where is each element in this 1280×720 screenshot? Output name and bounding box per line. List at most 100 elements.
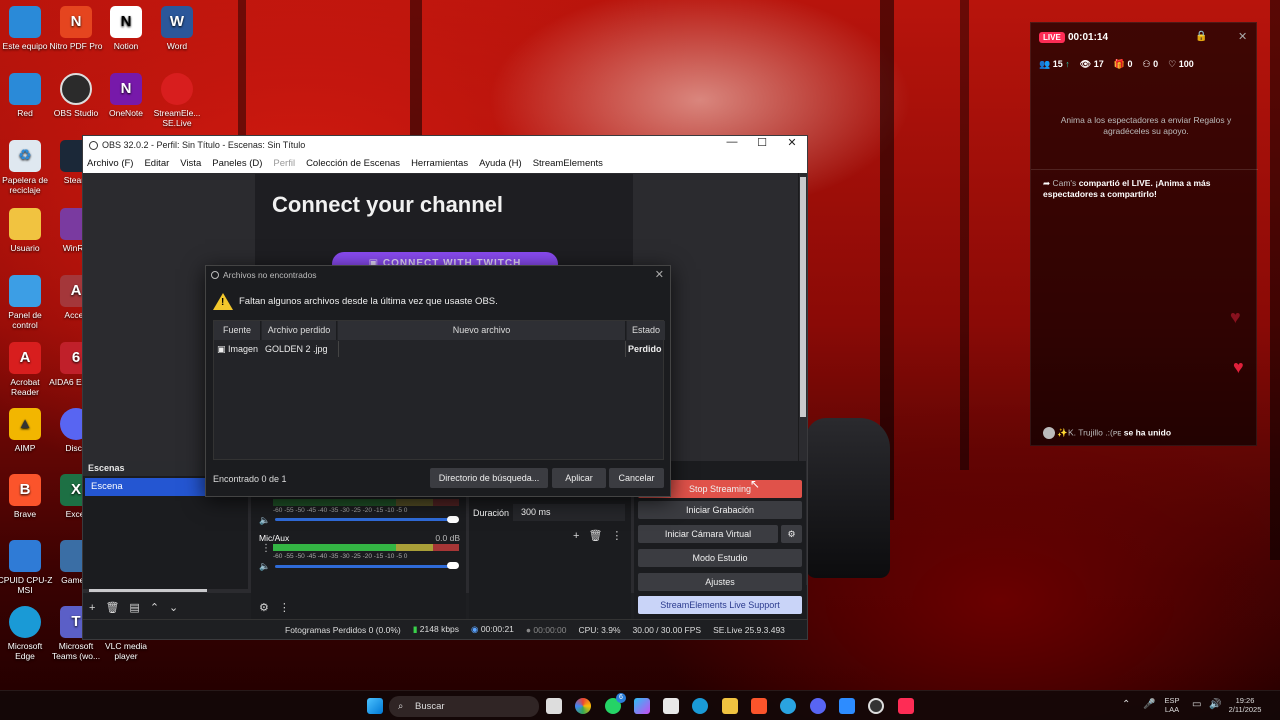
tiktok-live-icon[interactable]: [898, 698, 914, 714]
menu-streamelements[interactable]: StreamElements: [533, 158, 603, 169]
gift-icon: 🎁: [1113, 59, 1125, 69]
connect-heading: Connect your channel: [272, 192, 504, 217]
minimize-icon[interactable]: —: [717, 136, 747, 149]
settings-button[interactable]: Ajustes: [638, 573, 802, 591]
menu-edit[interactable]: Editar: [144, 158, 169, 169]
virtual-camera-button[interactable]: Iniciar Cámara Virtual: [638, 525, 778, 543]
cancel-button[interactable]: Cancelar: [609, 468, 664, 488]
desktop-icon-user[interactable]: Usuario: [0, 208, 53, 253]
browse-directory-button[interactable]: Directorio de búsqueda...: [430, 468, 548, 488]
move-down-icon[interactable]: ⌄: [169, 601, 178, 614]
desktop-icon-obs[interactable]: OBS Studio: [48, 73, 104, 118]
scrollbar-thumb[interactable]: [800, 177, 806, 417]
virtual-camera-settings-button[interactable]: ⚙: [781, 525, 802, 543]
volume-knob[interactable]: [447, 516, 459, 523]
desktop-icon-onenote[interactable]: N OneNote: [98, 73, 154, 118]
chat-username[interactable]: ✨K. Trujillo .:(ᴘᴇ: [1057, 427, 1121, 437]
add-icon[interactable]: +: [89, 602, 95, 614]
image-icon: ▣: [217, 344, 229, 354]
windows-start-icon[interactable]: [367, 698, 383, 714]
desktop-icon-word[interactable]: W Word: [149, 6, 205, 51]
speaker-icon[interactable]: 🔈: [259, 561, 270, 572]
maximize-icon[interactable]: ☐: [747, 136, 777, 149]
task-view-icon[interactable]: [546, 698, 562, 714]
duration-input[interactable]: 300 ms: [513, 504, 625, 521]
add-icon[interactable]: +: [573, 530, 579, 542]
mic-volume-slider[interactable]: [275, 565, 455, 568]
close-icon[interactable]: ✕: [1238, 30, 1247, 43]
move-up-icon[interactable]: ⌃: [150, 601, 159, 614]
chevron-up-icon[interactable]: ⌃: [1122, 699, 1130, 710]
trash-icon[interactable]: 🗑: [105, 601, 119, 614]
table-row[interactable]: ▣ Imagen: [217, 341, 263, 357]
desktop-icon-brave[interactable]: B Brave: [0, 474, 53, 519]
gear-icon[interactable]: ⚙: [259, 601, 269, 614]
taskbar-search[interactable]: ⌕ Buscar: [389, 696, 539, 717]
desktop-icon-acrobat[interactable]: A Acrobat Reader: [0, 342, 53, 397]
chat-message-share: ➦ Cam's compartió el LIVE. ¡Anima a más …: [1043, 178, 1243, 200]
column-header-source[interactable]: Fuente: [214, 321, 261, 340]
obs-icon[interactable]: [868, 698, 884, 714]
recycle-bin-icon: ♻: [9, 140, 41, 172]
studio-mode-button[interactable]: Modo Estudio: [638, 549, 802, 567]
whatsapp-icon[interactable]: 6: [605, 693, 626, 714]
desktop-volume-slider[interactable]: [275, 518, 455, 521]
menu-tools[interactable]: Herramientas: [411, 158, 468, 169]
menu-profile[interactable]: Perfil: [273, 158, 295, 169]
chat-username[interactable]: Cam's: [1052, 178, 1076, 188]
scene-list-item[interactable]: Escena: [85, 478, 205, 496]
column-header-status[interactable]: Estado: [627, 321, 665, 340]
network-icon[interactable]: ▭: [1192, 699, 1201, 710]
brave-icon[interactable]: [751, 698, 767, 714]
menu-scene-collection[interactable]: Colección de Escenas: [306, 158, 400, 169]
menu-view[interactable]: Vista: [180, 158, 201, 169]
apply-button[interactable]: Aplicar: [552, 468, 606, 488]
chrome-icon[interactable]: [575, 698, 591, 714]
desktop-icon-this-pc[interactable]: Este equipo: [0, 6, 53, 51]
desktop-icon-network[interactable]: Red: [0, 73, 53, 118]
desktop-icon-recycle-bin[interactable]: ♻ Papelera de reciclaje: [0, 140, 53, 195]
copilot-icon[interactable]: [634, 698, 650, 714]
kebab-menu-icon[interactable]: ⋮: [279, 601, 290, 614]
bitrate: ▮ 2148 kbps: [413, 624, 459, 635]
start-recording-button[interactable]: Iniciar Grabación: [638, 501, 802, 519]
menu-docks[interactable]: Paneles (D): [212, 158, 262, 169]
volume-knob[interactable]: [447, 562, 459, 569]
store-icon[interactable]: [663, 698, 679, 714]
avatar[interactable]: [1043, 427, 1055, 439]
speaker-icon[interactable]: 🔈: [259, 515, 270, 526]
desktop-icon-streamelements[interactable]: StreamEle... SE.Live: [149, 73, 205, 128]
close-icon[interactable]: ✕: [655, 268, 664, 281]
obs-menubar: Archivo (F) Editar Vista Paneles (D) Per…: [83, 154, 807, 173]
microphone-icon[interactable]: 🎤: [1143, 699, 1155, 710]
telegram-icon[interactable]: [780, 698, 796, 714]
trash-icon[interactable]: 🗑: [588, 529, 602, 542]
close-icon[interactable]: ✕: [777, 136, 807, 149]
bitrate-value: 2148 kbps: [419, 624, 460, 634]
file-explorer-icon[interactable]: [722, 698, 738, 714]
column-header-new-file[interactable]: Nuevo archivo: [338, 321, 626, 340]
column-header-missing-file[interactable]: Archivo perdido: [262, 321, 337, 340]
discord-icon[interactable]: [810, 698, 826, 714]
monitor-icon: [9, 6, 41, 38]
lock-icon[interactable]: 🔒: [1195, 31, 1207, 42]
filter-icon[interactable]: ▤: [129, 601, 139, 614]
zoom-icon[interactable]: [839, 698, 855, 714]
desktop-icon-edge[interactable]: Microsoft Edge: [0, 606, 53, 661]
clock-date: 2/11/2025: [1228, 705, 1262, 714]
desktop-icon-notion[interactable]: N Notion: [98, 6, 154, 51]
desktop-icon-aimp[interactable]: ▲ AIMP: [0, 408, 53, 453]
desktop-icon-nitro[interactable]: N Nitro PDF Pro: [48, 6, 104, 51]
menu-help[interactable]: Ayuda (H): [479, 158, 522, 169]
se-live-support-button[interactable]: StreamElements Live Support: [638, 596, 802, 614]
kebab-menu-icon[interactable]: ⋮: [611, 529, 622, 542]
kebab-menu-icon[interactable]: ⋮: [261, 543, 271, 554]
language-indicator[interactable]: ESP LAA: [1160, 696, 1184, 714]
edge-icon[interactable]: [692, 698, 708, 714]
menu-file[interactable]: Archivo (F): [87, 158, 133, 169]
row-new-file[interactable]: [338, 341, 626, 357]
volume-icon[interactable]: 🔊: [1209, 699, 1221, 710]
desktop-icon-control-panel[interactable]: Panel de control: [0, 275, 53, 330]
desktop-icon-cpuz[interactable]: CPUID CPU-Z MSI: [0, 540, 53, 595]
clock[interactable]: 19:26 2/11/2025: [1222, 696, 1268, 714]
